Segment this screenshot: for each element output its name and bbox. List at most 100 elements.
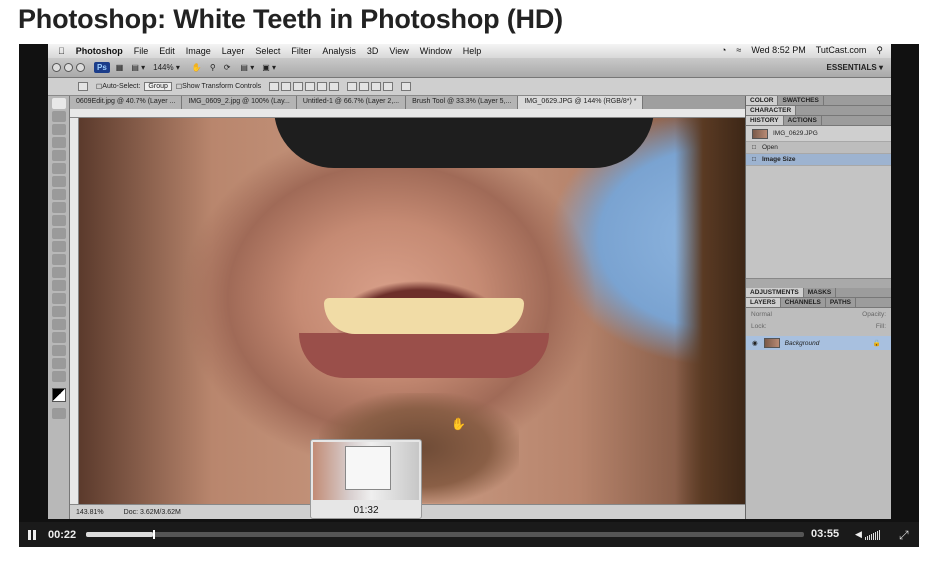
speaker-icon: ◀ [855, 529, 862, 539]
distribute-icon [359, 82, 370, 91]
document-tab: Brush Tool @ 33.3% (Layer 5,... [406, 96, 519, 109]
transform-controls-label: Show Transform Controls [182, 83, 262, 90]
menu-item: Photoshop [69, 46, 123, 56]
fill-label: Fill: [875, 323, 886, 330]
tab-layers: LAYERS [746, 298, 781, 307]
align-left-icon [305, 82, 316, 91]
tab-color: COLOR [746, 96, 779, 105]
history-footer [746, 278, 891, 288]
hand-tool-icon [52, 358, 66, 369]
snapshot-thumbnail [752, 128, 768, 139]
3d-orbit-tool-icon [52, 345, 66, 356]
sunglasses [274, 118, 654, 168]
duration-time: 03:55 [811, 528, 840, 540]
spotlight-search-icon: ⚲ [876, 45, 883, 55]
status-zoom: 143.81% [76, 508, 104, 516]
photoshop-appbar: Ps ▦ ▤ ▾ 144% ▾ ✋ ⚲ ⟳ ▤ ▾ ▣ ▾ ESSENTIALS… [48, 58, 891, 78]
history-empty-area [746, 166, 891, 278]
blur-tool-icon [52, 254, 66, 265]
healing-brush-tool-icon [52, 176, 66, 187]
status-doc-size: Doc: 3.62M/3.62M [123, 508, 181, 516]
letterbox-right [891, 44, 919, 519]
document-tabs: 0609Edit.jpg @ 40.7% (Layer ... IMG_0609… [70, 96, 745, 109]
history-snapshot: IMG_0629.JPG [746, 126, 891, 142]
horizontal-ruler [70, 109, 745, 118]
tab-adjustments: ADJUSTMENTS [746, 288, 804, 297]
pause-button[interactable] [28, 529, 38, 540]
document-tab: IMG_0609_2.jpg @ 100% (Lay... [182, 96, 297, 109]
letterbox-left [19, 44, 48, 519]
hand-cursor-icon: ✋ [451, 417, 466, 431]
zoom-dropdown-icon: ▾ [173, 63, 180, 72]
quick-select-tool-icon [52, 137, 66, 148]
rotate-view-icon: ⟳ [223, 63, 231, 72]
window-minimize-icon [64, 63, 73, 72]
adjustments-panel-tabs: ADJUSTMENTS MASKS [746, 288, 891, 298]
opacity-label: Opacity: [862, 311, 886, 318]
distribute-icon [371, 82, 382, 91]
video-frame[interactable]:  Photoshop File Edit Image Layer Select… [19, 44, 919, 519]
menu-item: File [127, 46, 149, 56]
eye-icon: ◉ [752, 340, 758, 347]
menu-item: Analysis [315, 46, 356, 56]
clone-stamp-tool-icon [52, 202, 66, 213]
tab-channels: CHANNELS [781, 298, 826, 307]
bridge-icon: ▦ [115, 63, 124, 72]
auto-align-icon [401, 82, 412, 91]
history-file-name: IMG_0629.JPG [773, 130, 818, 137]
hair [675, 118, 745, 504]
video-player[interactable]:  Photoshop File Edit Image Layer Select… [19, 44, 919, 547]
shape-tool-icon [52, 319, 66, 330]
tab-paths: PATHS [826, 298, 856, 307]
history-panel-tabs: HISTORY ACTIONS [746, 116, 891, 126]
player-controls: 00:22 03:55 ◀ ⤢ [19, 522, 919, 547]
options-bar: ☐ Auto-Select: Group ☐ Show Transform Co… [48, 78, 891, 96]
mac-menubar:  Photoshop File Edit Image Layer Select… [48, 44, 891, 58]
type-tool-icon [52, 293, 66, 304]
timemachine-icon: ◔ [720, 45, 727, 55]
document-tab: 0609Edit.jpg @ 40.7% (Layer ... [70, 96, 183, 109]
crop-tool-icon [52, 150, 66, 161]
site-text: TutCast.com [815, 45, 867, 55]
workspace-switcher: ESSENTIALS ▾ [826, 63, 883, 72]
window-close-icon [52, 63, 61, 72]
preview-time: 01:32 [353, 505, 379, 516]
quick-mask-icon [52, 408, 66, 419]
gradient-tool-icon [52, 241, 66, 252]
menu-item: Layer [215, 46, 245, 56]
tab-actions: ACTIONS [784, 116, 822, 125]
tab-history: HISTORY [746, 116, 784, 125]
progress-handle[interactable] [153, 530, 156, 539]
menu-item: Window [412, 46, 452, 56]
volume-control[interactable]: ◀ [855, 529, 880, 540]
menu-item: Filter [284, 46, 311, 56]
wifi-icon: ≈ [736, 45, 742, 55]
tab-masks: MASKS [804, 288, 837, 297]
character-panel-tab: CHARACTER [746, 106, 891, 116]
blend-mode: Normal [751, 311, 772, 318]
vertical-ruler [70, 118, 79, 504]
apple-icon:  [58, 46, 65, 56]
right-panels: COLOR SWATCHES CHARACTER HISTORY ACTIONS… [745, 96, 891, 519]
history-step-icon: □ [752, 144, 756, 151]
teeth [324, 298, 524, 334]
marquee-tool-icon [52, 111, 66, 122]
layer-row: ◉ Background 🔒 [746, 336, 891, 350]
tab-swatches: SWATCHES [778, 96, 824, 105]
lasso-tool-icon [52, 124, 66, 135]
photoshop-logo: Ps [94, 62, 110, 73]
move-tool-icon [78, 82, 88, 91]
fullscreen-icon[interactable]: ⤢ [899, 528, 909, 543]
layer-name: Background [784, 339, 820, 347]
menu-item: Select [248, 46, 280, 56]
path-select-tool-icon [52, 306, 66, 317]
3d-rotate-tool-icon [52, 332, 66, 343]
progress-bar[interactable] [86, 530, 804, 539]
preview-menu [345, 446, 391, 490]
history-brush-tool-icon [52, 215, 66, 226]
page-title: Photoshop: White Teeth in Photoshop (HD) [18, 4, 563, 34]
elapsed-time: 00:22 [48, 528, 77, 541]
menu-item: View [382, 46, 408, 56]
distribute-icon [383, 82, 394, 91]
align-top-icon [269, 82, 280, 91]
